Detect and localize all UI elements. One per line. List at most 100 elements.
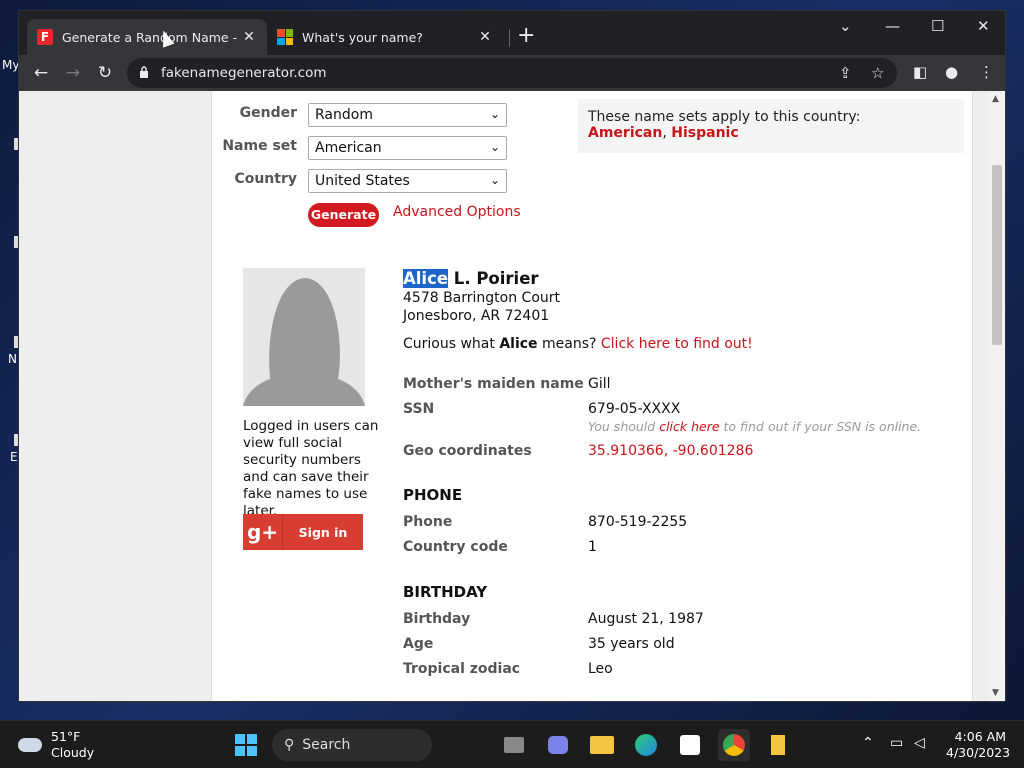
zodiac-label: Tropical zodiac (403, 661, 521, 677)
first-name-selected[interactable]: Alice (403, 269, 449, 288)
nameset-info-text: These name sets apply to this country: (588, 109, 861, 125)
minimize-button[interactable]: — (885, 17, 900, 35)
new-tab-button[interactable]: + (517, 25, 535, 47)
windows-logo-icon (235, 734, 257, 756)
network-icon[interactable]: ▭ (890, 735, 903, 751)
clock-date: 4/30/2023 (946, 745, 1011, 760)
file-explorer-icon[interactable] (586, 729, 618, 761)
chevron-down-icon: ⌄ (489, 173, 500, 187)
page-viewport: Gender Random ⌄ Name set American ⌄ Countr… (19, 91, 991, 701)
nameset-american-link[interactable]: American (588, 125, 662, 141)
gender-value: Random (315, 107, 373, 123)
gender-label: Gender (239, 105, 297, 121)
google-signin-button[interactable]: g+ Sign in (243, 514, 363, 550)
birthday-label: Birthday (403, 611, 471, 627)
back-arrow-icon[interactable]: ← (29, 61, 53, 85)
close-tab-icon[interactable]: ✕ (477, 29, 493, 45)
generate-button[interactable]: Generate (308, 203, 379, 227)
url-text: fakenamegenerator.com (161, 65, 327, 81)
name-meaning-link[interactable]: Click here to find out! (601, 336, 753, 352)
taskbar-search[interactable]: ⚲ Search (272, 729, 432, 761)
scrollbar-thumb[interactable] (992, 165, 1002, 345)
teams-chat-icon[interactable] (542, 729, 574, 761)
page-scrollbar[interactable]: ▲ ▼ (989, 91, 1005, 701)
age-value: 35 years old (588, 636, 675, 652)
maiden-name-label: Mother's maiden name (403, 376, 584, 392)
chrome-icon[interactable] (718, 729, 750, 761)
nameset-info-box: These name sets apply to this country: A… (578, 99, 964, 153)
desktop-icon-label[interactable]: My (2, 58, 19, 72)
profile-icon[interactable]: ● (945, 63, 958, 81)
age-label: Age (403, 636, 434, 652)
scroll-up-arrow-icon[interactable]: ▲ (992, 94, 999, 104)
close-tab-icon[interactable]: ✕ (241, 29, 257, 45)
task-view-icon[interactable] (498, 729, 530, 761)
browser-window: F Generate a Random Name - Fake ✕ What's… (18, 10, 1006, 702)
side-panel-icon[interactable]: ◧ (913, 63, 927, 81)
fakename-favicon-icon: F (37, 29, 53, 45)
rest-of-name: L. Poirier (448, 269, 539, 288)
tab-title: Generate a Random Name - Fake (62, 29, 241, 45)
curious-suffix: means? (537, 336, 601, 352)
system-clock[interactable]: 4:06 AM 4/30/2023 (946, 729, 1011, 761)
advanced-options-link[interactable]: Advanced Options (393, 204, 521, 220)
tab-whats-your-name[interactable]: What's your name? ✕ (267, 19, 503, 55)
taskbar: 51°F Cloudy ⚲ Search ⌃ ▭ ◁ 4:06 AM 4/30/2… (0, 720, 1024, 768)
nameset-label: Name set (222, 138, 297, 154)
phone-label: Phone (403, 514, 453, 530)
tab-fake-name-generator[interactable]: F Generate a Random Name - Fake ✕ (27, 19, 267, 55)
geo-coordinates-link[interactable]: 35.910366, -90.601286 (588, 443, 753, 459)
desktop-icon-label[interactable]: E (10, 450, 18, 464)
reload-icon[interactable]: ↻ (93, 61, 117, 85)
ssn-note: You should click here to find out if you… (588, 419, 921, 434)
desktop-icon-label[interactable]: N (8, 352, 17, 366)
country-code-value: 1 (588, 539, 597, 555)
ssn-check-link[interactable]: click here (659, 419, 719, 434)
search-label: Search (302, 737, 351, 753)
curious-prefix: Curious what (403, 336, 500, 352)
birthday-section-title: BIRTHDAY (403, 583, 488, 601)
country-label: Country (234, 171, 297, 187)
weather-temp: 51°F (51, 729, 81, 744)
tab-search-chevron-icon[interactable]: ⌄ (839, 17, 852, 35)
weather-widget[interactable]: 51°F Cloudy (18, 729, 94, 761)
microsoft-favicon-icon (277, 29, 293, 45)
address-bar[interactable]: fakenamegenerator.com ⇪ ☆ (127, 58, 897, 88)
maximize-button[interactable]: ☐ (931, 17, 944, 35)
signin-label: Sign in (298, 524, 348, 540)
ssn-label: SSN (403, 401, 435, 417)
forward-arrow-icon[interactable]: → (61, 61, 85, 85)
start-button[interactable] (230, 729, 262, 761)
google-plus-icon: g+ (243, 514, 283, 550)
clock-time: 4:06 AM (954, 729, 1006, 744)
volume-icon[interactable]: ◁ (914, 735, 925, 751)
store-icon[interactable] (674, 729, 706, 761)
country-value: United States (315, 173, 410, 189)
lock-icon (140, 66, 148, 78)
share-icon[interactable]: ⇪ (839, 64, 852, 82)
country-code-label: Country code (403, 539, 508, 555)
close-window-button[interactable]: ✕ (977, 17, 990, 35)
person-silhouette-icon (243, 278, 365, 406)
page-content: Gender Random ⌄ Name set American ⌄ Countr… (211, 91, 973, 701)
geo-label: Geo coordinates (403, 443, 532, 459)
logged-in-message: Logged in users can view full social sec… (243, 418, 379, 519)
gender-select[interactable]: Random ⌄ (308, 103, 507, 127)
scroll-down-arrow-icon[interactable]: ▼ (992, 688, 999, 698)
phone-section-title: PHONE (403, 486, 463, 504)
chevron-down-icon: ⌄ (489, 107, 500, 121)
country-select[interactable]: United States ⌄ (308, 169, 507, 193)
tray-chevron-up-icon[interactable]: ⌃ (862, 735, 874, 751)
notes-icon[interactable] (762, 729, 794, 761)
menu-dots-icon[interactable]: ⋮ (979, 63, 994, 81)
nameset-hispanic-link[interactable]: Hispanic (671, 125, 738, 141)
ssn-note-suffix: to find out if your SSN is online. (719, 419, 922, 434)
browser-toolbar: ← → ↻ fakenamegenerator.com ⇪ ☆ ◧ ● ⋮ (19, 55, 1005, 91)
nameset-select[interactable]: American ⌄ (308, 136, 507, 160)
full-name: Alice L. Poirier (403, 269, 539, 288)
ssn-value: 679-05-XXXX (588, 401, 681, 417)
avatar-silhouette (243, 268, 365, 406)
edge-icon[interactable] (630, 729, 662, 761)
curious-name: Alice (499, 336, 538, 352)
bookmark-star-icon[interactable]: ☆ (871, 64, 884, 82)
